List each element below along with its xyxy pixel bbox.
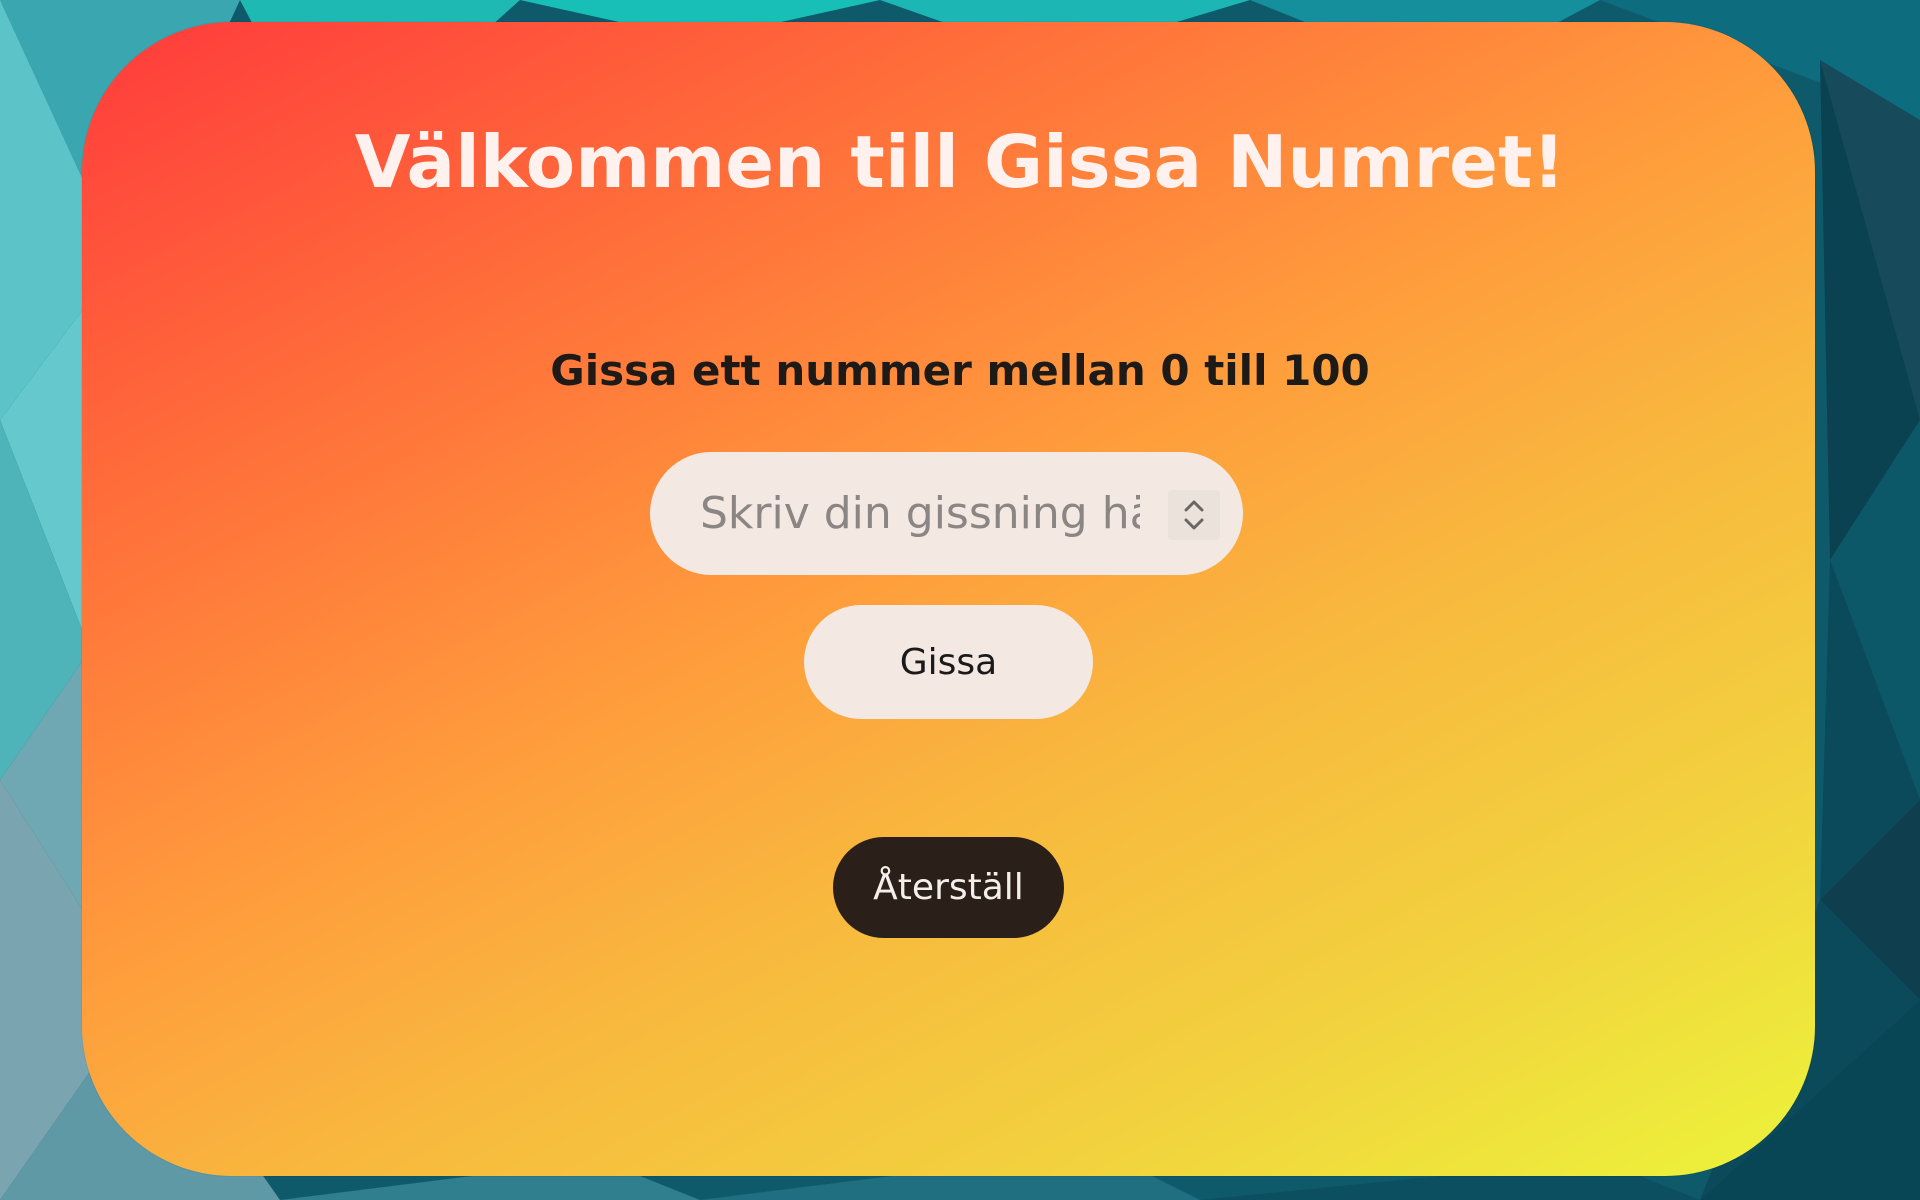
reset-button[interactable]: Återställ: [833, 837, 1064, 938]
guess-input-container: [650, 452, 1243, 575]
guess-input[interactable]: [700, 452, 1140, 575]
up-down-chevron-icon: [1184, 500, 1204, 530]
page-title: Välkommen till Gissa Numret!: [354, 120, 1566, 204]
guess-button[interactable]: Gissa: [804, 605, 1093, 719]
number-spinner[interactable]: [1168, 490, 1220, 540]
guess-prompt: Gissa ett nummer mellan 0 till 100: [550, 346, 1370, 395]
